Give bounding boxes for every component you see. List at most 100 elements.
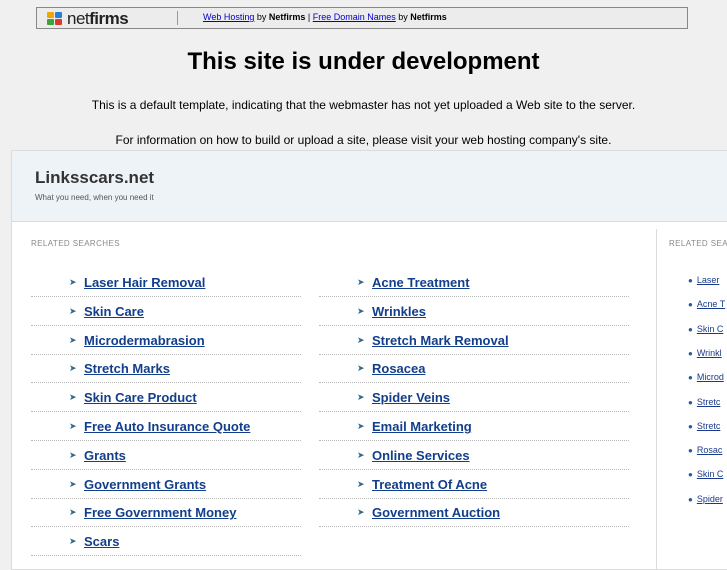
side-related-link[interactable]: Acne T [697, 299, 725, 309]
related-link[interactable]: Free Auto Insurance Quote [84, 419, 250, 434]
related-link[interactable]: Laser Hair Removal [84, 275, 205, 290]
netfirms-logo-icon [47, 12, 65, 26]
bullet-icon: ● [688, 300, 693, 310]
netfirms-topbar: netfirms Web Hosting by Netfirms | Free … [36, 7, 688, 29]
related-link-row: ➤ Free Auto Insurance Quote [31, 413, 301, 441]
related-link[interactable]: Rosacea [372, 361, 425, 376]
related-link[interactable]: Online Services [372, 448, 470, 463]
side-related-link[interactable]: Stretc [697, 421, 721, 431]
site-title[interactable]: Linksscars.net [35, 168, 154, 188]
related-link[interactable]: Treatment Of Acne [372, 477, 487, 492]
related-link[interactable]: Stretch Marks [84, 361, 170, 376]
related-link[interactable]: Grants [84, 448, 126, 463]
related-link[interactable]: Spider Veins [372, 390, 450, 405]
side-related-link-row: ● Spider [688, 494, 723, 504]
by-text: by [254, 12, 269, 22]
side-related-link[interactable]: Skin C [697, 469, 724, 479]
bullet-icon: ● [688, 470, 693, 480]
arrow-icon: ➤ [69, 536, 77, 547]
by-text: by [395, 12, 411, 22]
bullet-icon: ● [688, 276, 693, 285]
related-searches-side-label: RELATED SEA [669, 239, 727, 248]
bullet-icon: ● [688, 397, 693, 407]
arrow-icon: ➤ [69, 363, 77, 374]
related-link-row: ➤ Government Auction [319, 499, 629, 528]
related-link-row: ➤ Stretch Mark Removal [319, 327, 629, 355]
related-link-row: ➤ Skin Care Product [31, 384, 301, 413]
separator: | [305, 12, 313, 22]
related-link[interactable]: Acne Treatment [372, 275, 470, 290]
side-related-link[interactable]: Stretc [697, 397, 721, 407]
side-related-link-row: ● Microd [688, 372, 724, 382]
related-searches-label: RELATED SEARCHES [31, 239, 120, 248]
arrow-icon: ➤ [69, 392, 77, 403]
related-link-row: ➤ Skin Care [31, 298, 301, 326]
netfirms-logo[interactable]: netfirms [47, 9, 129, 28]
related-link-row: ➤ Email Marketing [319, 413, 629, 441]
arrow-icon: ➤ [357, 363, 365, 374]
related-link-row: ➤ Spider Veins [319, 384, 629, 413]
related-link-row: ➤ Microdermabrasion [31, 327, 301, 355]
arrow-icon: ➤ [69, 507, 77, 518]
side-related-link[interactable]: Laser [697, 275, 720, 285]
side-related-link-row: ● Skin C [688, 469, 723, 479]
related-link-row: ➤ Rosacea [319, 355, 629, 384]
arrow-icon: ➤ [357, 305, 365, 316]
arrow-icon: ➤ [357, 421, 365, 431]
side-related-link-row: ● Laser [688, 275, 719, 285]
related-link-row: ➤ Laser Hair Removal [31, 269, 301, 297]
topbar-links: Web Hosting by Netfirms | Free Domain Na… [203, 12, 447, 22]
side-related-link-row: ● Stretc [688, 397, 720, 407]
related-link-row: ➤ Treatment Of Acne [319, 471, 629, 499]
related-link-row: ➤ Online Services [319, 442, 629, 470]
related-link-row: ➤ Government Grants [31, 471, 301, 499]
related-link[interactable]: Wrinkles [372, 304, 426, 319]
site-tagline: What you need, when you need it [35, 193, 154, 202]
side-related-link[interactable]: Wrinkl [697, 348, 722, 358]
side-related-link[interactable]: Microd [697, 372, 724, 382]
web-hosting-link[interactable]: Web Hosting [203, 12, 254, 22]
related-link[interactable]: Government Auction [372, 505, 500, 520]
side-related-link-row: ● Skin C [688, 324, 723, 334]
side-related-link-row: ● Stretc [688, 421, 720, 431]
related-link-row: ➤ Scars [31, 528, 301, 557]
site-header: Linksscars.net What you need, when you n… [12, 151, 727, 222]
bullet-icon: ● [688, 348, 693, 358]
netfirms-logo-text: netfirms [67, 9, 129, 28]
related-link[interactable]: Free Government Money [84, 505, 236, 520]
arrow-icon: ➤ [357, 392, 365, 403]
page-title: This site is under development [187, 48, 540, 75]
side-related-link-row: ● Wrinkl [688, 348, 722, 358]
side-related-link[interactable]: Spider [697, 494, 723, 504]
side-related-link[interactable]: Skin C [697, 324, 724, 334]
bullet-icon: ● [688, 373, 693, 383]
arrow-icon: ➤ [357, 334, 365, 345]
related-link-row: ➤ Acne Treatment [319, 269, 629, 297]
arrow-icon: ➤ [357, 478, 365, 489]
related-link[interactable]: Scars [84, 534, 119, 549]
netfirms-brand-text: Netfirms [410, 12, 447, 22]
bullet-icon: ● [688, 494, 693, 504]
side-related-link-row: ● Acne T [688, 299, 725, 309]
related-link-row: ➤ Grants [31, 442, 301, 470]
topbar-divider [177, 11, 178, 25]
arrow-icon: ➤ [69, 305, 77, 316]
side-related-link[interactable]: Rosac [697, 445, 723, 455]
related-link[interactable]: Government Grants [84, 477, 206, 492]
default-template-notice: This is a default template, indicating t… [91, 98, 636, 112]
arrow-icon: ➤ [357, 449, 365, 460]
column-divider [656, 229, 657, 569]
arrow-icon: ➤ [69, 277, 77, 287]
related-link-row: ➤ Wrinkles [319, 298, 629, 326]
bullet-icon: ● [688, 421, 693, 431]
hosting-info-notice: For information on how to build or uploa… [115, 133, 612, 147]
related-link[interactable]: Microdermabrasion [84, 333, 205, 348]
side-related-link-row: ● Rosac [688, 445, 722, 455]
related-link-row: ➤ Stretch Marks [31, 355, 301, 384]
related-link[interactable]: Stretch Mark Removal [372, 333, 509, 348]
related-link[interactable]: Skin Care Product [84, 390, 197, 405]
related-link[interactable]: Skin Care [84, 304, 144, 319]
arrow-icon: ➤ [69, 334, 77, 345]
related-link[interactable]: Email Marketing [372, 419, 472, 434]
free-domain-names-link[interactable]: Free Domain Names [313, 12, 396, 22]
